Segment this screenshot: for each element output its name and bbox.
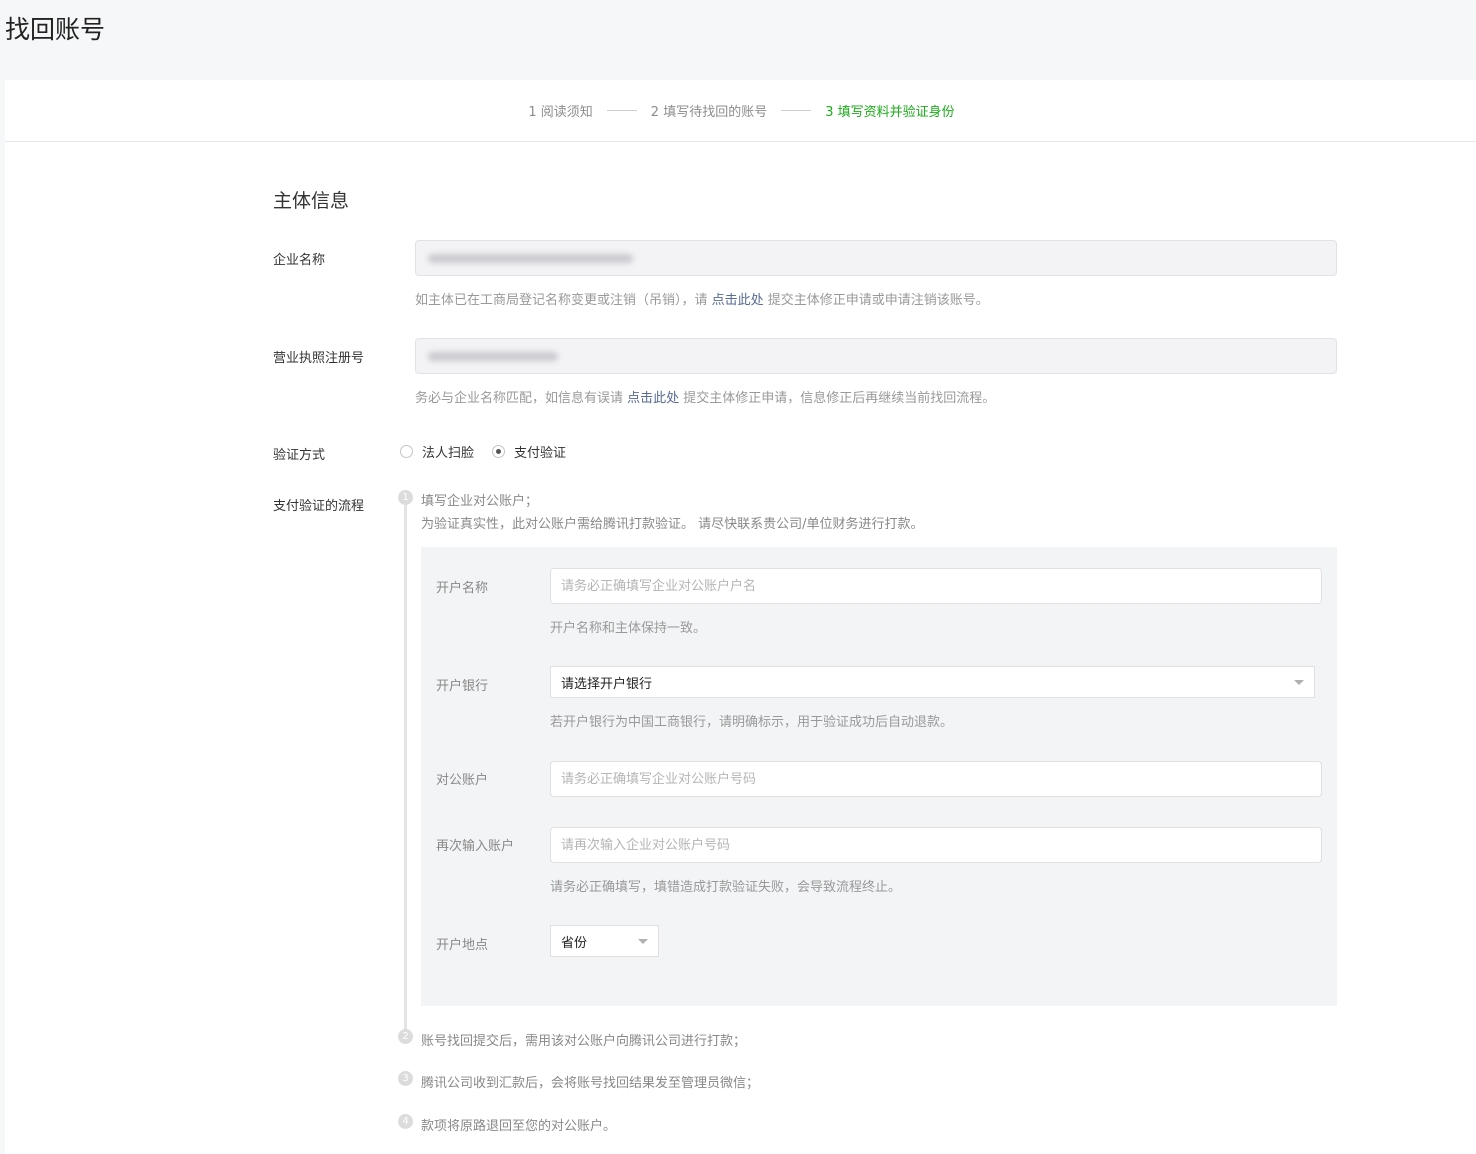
page-title: 找回账号 bbox=[5, 15, 106, 44]
account-number-label: 对公账户 bbox=[436, 773, 489, 788]
main-card: 1 阅读须知 2 填写待找回的账号 3 填写资料并验证身份 主体信息 企业名称 … bbox=[5, 80, 1476, 1154]
payment-process-label: 支付验证的流程 bbox=[273, 499, 365, 514]
verify-method-group: 法人扫脸 支付验证 bbox=[400, 442, 584, 461]
section-title: 主体信息 bbox=[273, 190, 350, 212]
step-indicator: 1 阅读须知 2 填写待找回的账号 3 填写资料并验证身份 bbox=[5, 80, 1476, 142]
account-name-input[interactable] bbox=[550, 568, 1322, 604]
step-number-icon: 1 bbox=[398, 490, 413, 505]
radio-payment-verify[interactable]: 支付验证 bbox=[492, 442, 566, 461]
bank-tip: 若开户银行为中国工商银行，请明确标示，用于验证成功后自动退款。 bbox=[550, 715, 954, 730]
company-name-label: 企业名称 bbox=[273, 253, 326, 268]
step-divider bbox=[781, 110, 812, 111]
step-read-notice: 1 阅读须知 bbox=[528, 105, 593, 120]
license-number-field bbox=[415, 338, 1337, 374]
account-number-input[interactable] bbox=[550, 761, 1322, 797]
company-name-tip: 如主体已在工商局登记名称变更或注销（吊销），请 点击此处 提交主体修正申请或申请… bbox=[415, 293, 989, 308]
step-divider bbox=[606, 110, 637, 111]
process-step-4: 款项将原路退回至您的对公账户。 bbox=[421, 1119, 617, 1134]
step-verify-identity: 3 填写资料并验证身份 bbox=[825, 105, 955, 120]
license-fix-link[interactable]: 点击此处 bbox=[627, 391, 679, 406]
license-number-tip: 务必与企业名称匹配，如信息有误请 点击此处 提交主体修正申请，信息修正后再继续当… bbox=[415, 391, 996, 406]
process-step-1-desc: 为验证真实性，此对公账户需给腾讯打款验证。 请尽快联系贵公司/单位财务进行打款。 bbox=[421, 517, 924, 532]
account-name-tip: 开户名称和主体保持一致。 bbox=[550, 621, 707, 636]
confirm-account-input[interactable] bbox=[550, 827, 1322, 863]
bank-select[interactable]: 请选择开户银行 bbox=[550, 666, 1315, 698]
confirm-account-label: 再次输入账户 bbox=[436, 839, 515, 854]
province-select[interactable]: 省份 bbox=[550, 925, 659, 957]
chevron-down-icon bbox=[638, 939, 648, 944]
step-fill-account: 2 填写待找回的账号 bbox=[650, 105, 768, 120]
radio-circle-checked[interactable] bbox=[492, 445, 506, 458]
timeline-line bbox=[404, 504, 407, 1036]
process-step-2: 账号找回提交后，需用该对公账户向腾讯公司进行打款； bbox=[421, 1034, 747, 1049]
account-name-label: 开户名称 bbox=[436, 581, 489, 596]
company-fix-link[interactable]: 点击此处 bbox=[712, 293, 764, 308]
radio-face-scan[interactable]: 法人扫脸 bbox=[400, 442, 474, 461]
redacted-value bbox=[428, 352, 558, 361]
confirm-account-tip: 请务必正确填写，填错造成打款验证失败，会导致流程终止。 bbox=[550, 880, 902, 895]
redacted-value bbox=[428, 254, 633, 263]
company-name-field bbox=[415, 240, 1337, 276]
process-step-3: 腾讯公司收到汇款后，会将账号找回结果发至管理员微信； bbox=[421, 1076, 760, 1091]
chevron-down-icon bbox=[1294, 680, 1304, 685]
verify-method-label: 验证方式 bbox=[273, 448, 326, 463]
step-number-icon: 3 bbox=[398, 1071, 413, 1086]
step-number-icon: 2 bbox=[398, 1029, 413, 1044]
bank-account-panel: 开户名称 开户名称和主体保持一致。 开户银行 请选择开户银行 若开户银行为中国工… bbox=[421, 547, 1337, 1006]
bank-label: 开户银行 bbox=[436, 679, 489, 694]
license-number-label: 营业执照注册号 bbox=[273, 351, 365, 366]
process-step-1-title: 填写企业对公账户； bbox=[421, 494, 539, 509]
step-number-icon: 4 bbox=[398, 1114, 413, 1129]
radio-circle[interactable] bbox=[400, 445, 413, 458]
location-label: 开户地点 bbox=[436, 938, 489, 953]
